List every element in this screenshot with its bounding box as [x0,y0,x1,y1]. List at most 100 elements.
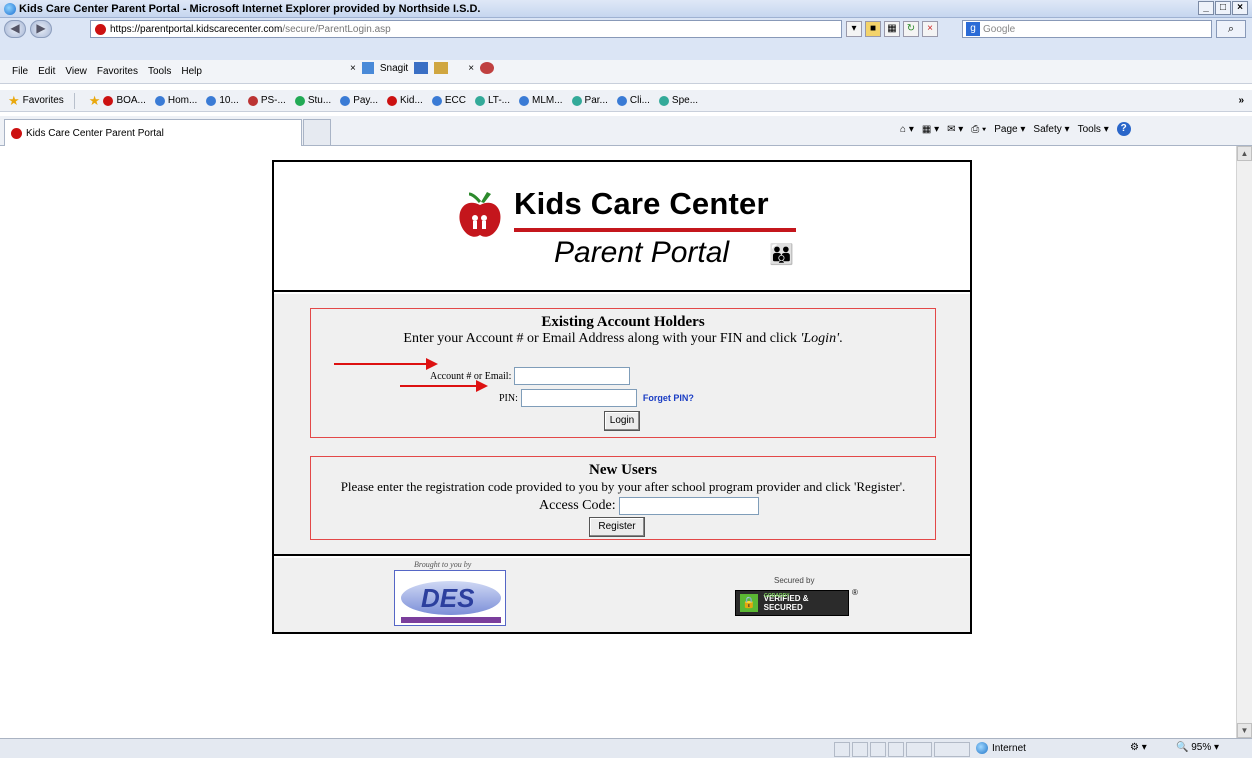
close-button[interactable]: × [1232,1,1248,15]
fav-link-label: Stu... [307,95,332,106]
status-cell [870,742,886,757]
feeds-icon[interactable]: ▦ ▾ [922,124,939,135]
account-row: Account # or Email: [430,367,631,385]
snagit-toolbar: × Snagit × [350,62,495,74]
fav-link[interactable]: BOA... [103,95,146,106]
stop-icon[interactable]: × [922,21,938,37]
minimize-button[interactable]: _ [1198,1,1214,15]
lock-icon: 🔒 [740,594,758,612]
login-button[interactable]: Login [604,411,640,431]
fav-link[interactable]: Cli... [616,95,650,106]
zoom-level[interactable]: 🔍 95% ▾ [1176,742,1219,753]
fav-link[interactable]: Stu... [294,95,332,106]
refresh-icon[interactable]: ↻ [903,21,919,37]
access-code-row: Access Code: [539,497,759,515]
compat-icon[interactable]: ▦ [884,21,900,37]
account-input[interactable] [514,367,631,385]
red-arrow-2-head [476,380,488,392]
zone-label: Internet [992,742,1026,754]
status-cell [906,742,932,757]
fav-link[interactable]: PS-... [247,95,286,106]
fav-link[interactable]: Spe... [658,95,698,106]
vertical-scrollbar[interactable]: ▲ ▼ [1236,146,1252,738]
back-button[interactable]: ◀ [4,20,26,38]
url-path: /secure/ParentLogin.asp [282,23,391,35]
existing-instructions-login: 'Login' [800,331,840,346]
menu-favorites[interactable]: Favorites [97,66,138,77]
search-input[interactable]: g Google [962,20,1212,38]
new-tab-button[interactable] [303,119,331,146]
fav-icon [571,95,582,106]
forward-button[interactable]: ▶ [30,20,52,38]
scroll-up-icon[interactable]: ▲ [1237,146,1252,161]
red-arrow-1 [334,363,426,365]
add-favorite-icon[interactable]: ★ [89,93,101,109]
close-toolbar-icon[interactable]: × [350,63,356,74]
tools-menu[interactable]: Tools ▾ [1078,124,1109,135]
menu-view[interactable]: View [65,66,87,77]
fav-link-label: 10... [219,95,239,106]
addon-icon[interactable] [480,62,495,74]
portal-panel: Kids Care Center Parent Portal 👪 Existin… [272,160,972,634]
capture-icon[interactable] [414,62,429,74]
existing-heading: Existing Account Holders [541,314,705,330]
godaddy-seal[interactable]: 🔒 GODADDY VERIFIED & SECURED [735,590,849,616]
toolbar-spacer [0,40,1252,60]
menu-file[interactable]: File [12,66,28,77]
page-menu[interactable]: Page ▾ [994,124,1025,135]
status-cell [934,742,970,757]
portal-footer: Brought to you by DES Secured by 🔒 GODAD… [274,558,970,632]
site-favicon-icon [95,23,106,35]
print-icon[interactable]: ⎙ ▾ [971,124,986,135]
menu-tools[interactable]: Tools [148,66,171,77]
des-logo[interactable]: DES [394,570,506,626]
fav-icon [206,95,217,106]
zoom-value: 95% [1191,742,1212,753]
address-input[interactable]: https://parentportal.kidscarecenter.com /… [90,20,842,38]
fav-link-label: ECC [444,95,466,106]
portal-header: Kids Care Center Parent Portal 👪 [274,162,970,292]
favorites-button[interactable]: ★ Favorites [8,92,75,109]
des-logo-bar [401,617,501,623]
fav-link[interactable]: Par... [571,95,608,106]
address-bar-row: ◀ ▶ https://parentportal.kidscarecenter.… [0,18,1252,40]
dropdown-icon[interactable]: ▾ [846,21,862,37]
home-icon[interactable]: ⌂ ▾ [900,124,914,135]
maximize-button[interactable]: □ [1215,1,1231,15]
pin-label: PIN: [499,392,518,404]
portal-subtitle: Parent Portal [554,236,730,269]
lock-icon[interactable]: ■ [865,21,881,37]
menu-edit[interactable]: Edit [38,66,55,77]
status-cell [852,742,868,757]
fav-link[interactable]: Pay... [340,95,378,106]
search-button[interactable]: ⌕ [1216,20,1246,38]
fav-link[interactable]: ECC [431,95,466,106]
menu-help[interactable]: Help [181,66,202,77]
chevron-more-icon[interactable]: » [1238,95,1244,106]
fav-link[interactable]: Hom... [154,95,198,106]
fav-link-label: Hom... [167,95,198,106]
scroll-down-icon[interactable]: ▼ [1237,723,1252,738]
forget-pin-link[interactable]: Forget PIN? [643,393,694,403]
fav-link[interactable]: Kid... [387,95,423,106]
family-icon: 👪 [769,244,794,266]
close-toolbar-icon-2[interactable]: × [468,63,474,74]
window-controls: _ □ × [1198,1,1248,15]
protected-mode-icon[interactable]: ⚙ ▾ [1130,742,1147,753]
safety-menu[interactable]: Safety ▾ [1033,124,1069,135]
mail-icon[interactable]: ✉ ▾ [947,124,963,135]
tab-active[interactable]: Kids Care Center Parent Portal [4,119,302,146]
editor-icon[interactable] [434,62,449,74]
fav-link-label: Kid... [400,95,423,106]
fav-link[interactable]: MLM... [518,95,563,106]
help-icon[interactable]: ? [1116,122,1131,136]
access-code-input[interactable] [618,497,759,515]
fav-icon [103,95,114,106]
fav-link[interactable]: LT-... [474,95,510,106]
fav-link-label: Par... [584,95,608,106]
snagit-button[interactable]: Snagit [380,63,408,74]
pin-input[interactable] [520,389,637,407]
fav-link[interactable]: 10... [206,95,239,106]
security-zone[interactable]: Internet [976,742,1026,754]
register-button[interactable]: Register [589,517,645,537]
